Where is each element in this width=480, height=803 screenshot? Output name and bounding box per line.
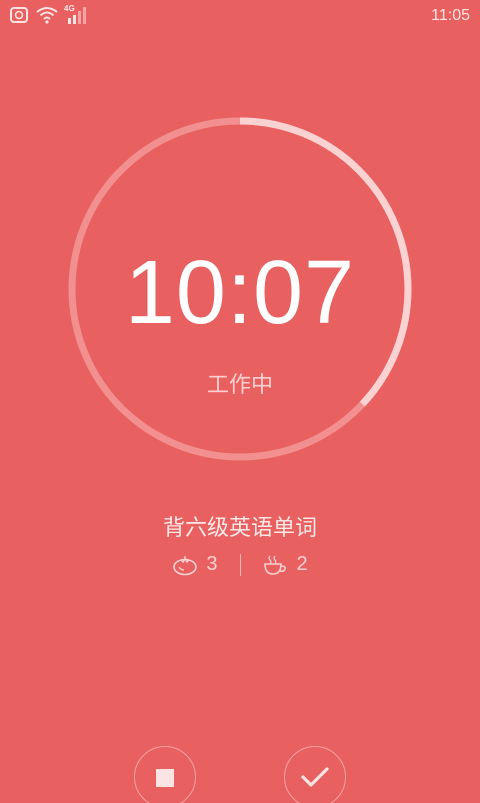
timer-countdown: 10:07 [124,243,356,343]
complete-button[interactable] [284,746,346,803]
break-count: 2 [296,553,308,575]
tomato-icon [172,554,198,576]
wifi-icon [36,6,58,24]
task-title: 背六级英语单词 [162,516,317,541]
status-bar: 4G 11:05 [0,0,480,32]
tomato-count: 3 [206,553,218,575]
alarm-icon [10,6,28,24]
network-type-label: 4G [64,4,75,13]
coffee-cup-icon [263,554,289,576]
break-stat: 2 [263,553,308,576]
tomato-stat: 3 [172,553,218,576]
status-icons [10,6,88,24]
stop-icon [156,769,174,787]
checkmark-icon [300,747,330,789]
stop-button[interactable] [134,746,196,803]
timer-status-label: 工作中 [206,373,273,398]
task-stats: 3 2 [0,553,480,576]
status-time: 11:05 [431,7,470,24]
stats-divider [239,553,241,576]
